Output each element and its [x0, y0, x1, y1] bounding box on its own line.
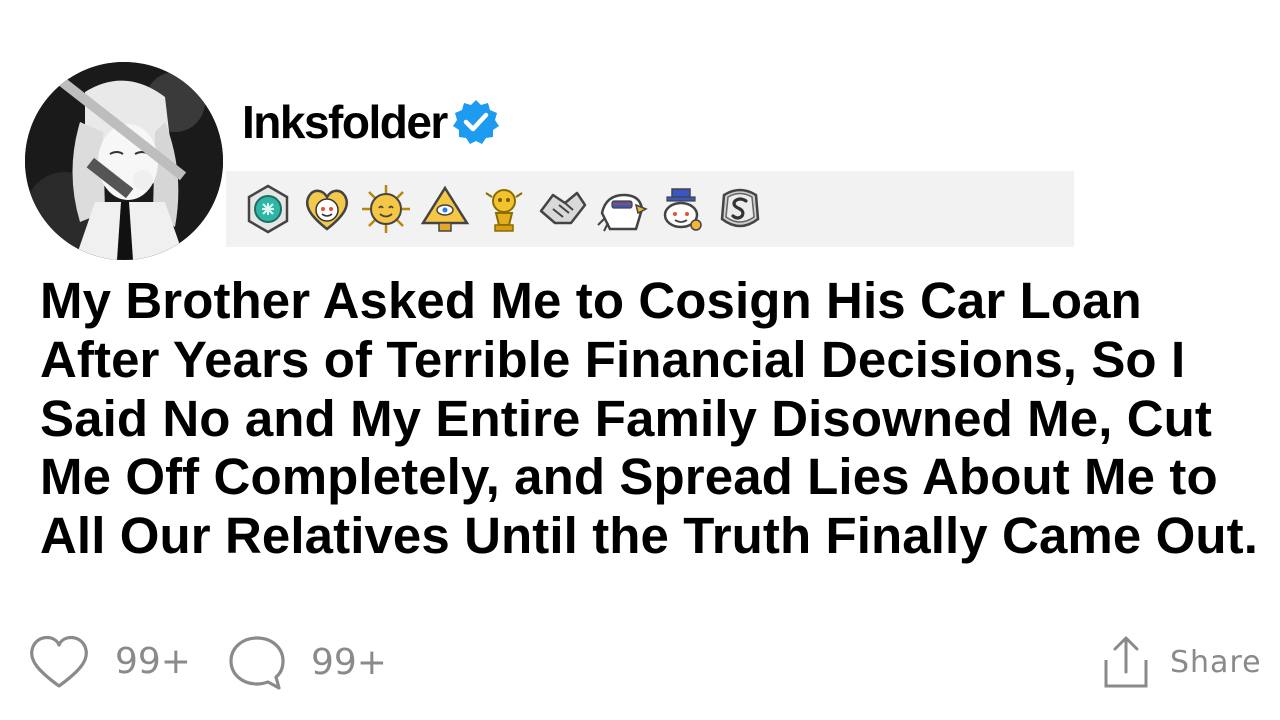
heart-icon — [30, 635, 88, 688]
like-button[interactable]: 99+ — [27, 634, 191, 690]
author-header: Inksfolder — [242, 92, 501, 152]
author-name[interactable]: Inksfolder — [242, 92, 448, 152]
share-label: Share — [1170, 644, 1262, 680]
avatar[interactable] — [25, 62, 223, 260]
illuminati-award-icon[interactable] — [419, 183, 471, 235]
gold-trophy-award-icon[interactable] — [478, 183, 530, 235]
helpful-award-icon[interactable] — [242, 183, 294, 235]
eagle-award-icon[interactable] — [596, 183, 648, 235]
handshake-award-icon[interactable] — [537, 183, 589, 235]
post-title[interactable]: My Brother Asked Me to Cosign His Car Lo… — [40, 272, 1272, 566]
share-button[interactable]: Share — [1102, 634, 1262, 690]
wholesome-award-icon[interactable] — [301, 183, 353, 235]
comment-count: 99+ — [311, 642, 387, 683]
post-card: Inksfolder My Brother Asked Me to Cosign… — [0, 0, 1280, 720]
like-count: 99+ — [115, 641, 191, 682]
comment-button[interactable]: 99+ — [227, 634, 387, 692]
share-icon — [1104, 636, 1148, 688]
awards-bar — [226, 171, 1074, 247]
sun-award-icon[interactable] — [360, 183, 412, 235]
snoo-award-icon[interactable] — [655, 183, 707, 235]
verified-badge-icon — [452, 100, 499, 144]
comment-bubble-icon — [229, 636, 285, 690]
post-actions: 99+ 99+ Share — [0, 628, 1280, 698]
silver-award-icon[interactable] — [714, 183, 766, 235]
avatar-illustration — [25, 62, 223, 260]
